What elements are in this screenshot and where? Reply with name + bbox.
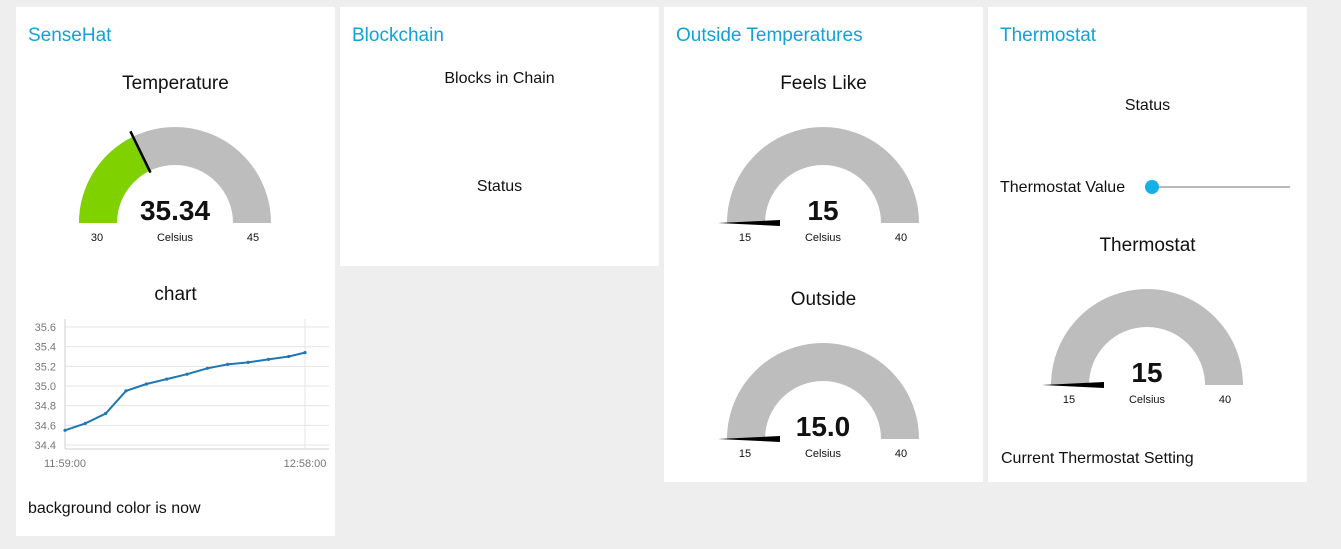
feels-like-gauge-value: 15 xyxy=(807,195,838,226)
chart-y-tick-label: 35.6 xyxy=(35,322,56,334)
sensehat-title: SenseHat xyxy=(28,25,112,46)
temperature-gauge-unit: Celsius xyxy=(157,232,194,244)
chart-x-tick-label: 11:59:00 xyxy=(44,458,86,470)
blocks-in-chain-label: Blocks in Chain xyxy=(444,70,555,87)
current-thermostat-setting-label: Current Thermostat Setting xyxy=(1001,450,1194,467)
blockchain-title: Blockchain xyxy=(352,25,444,46)
thermostat-slider-thumb[interactable] xyxy=(1145,180,1159,194)
chart-y-tick-label: 34.8 xyxy=(35,401,56,413)
chart-title: chart xyxy=(154,284,197,305)
chart-data-point xyxy=(144,382,148,386)
feels-like-gauge-min: 15 xyxy=(739,232,751,244)
background-color-text: background color is now xyxy=(28,500,201,517)
chart-data-point xyxy=(287,354,291,359)
outside-temperatures-card: Outside Temperatures Feels Like 15 Celsi… xyxy=(664,7,983,482)
thermostat-gauge-value: 15 xyxy=(1131,357,1162,388)
outside-gauge: 15.0 Celsius 15 40 xyxy=(718,343,919,460)
outside-temperatures-title: Outside Temperatures xyxy=(676,25,863,46)
chart-data-point xyxy=(124,389,128,393)
outside-gauge-max: 40 xyxy=(895,448,907,460)
temperature-gauge-min: 30 xyxy=(91,232,103,244)
outside-gauge-title: Outside xyxy=(790,289,857,310)
outside-gauge-value: 15.0 xyxy=(796,411,851,442)
thermostat-card: Thermostat Status Thermostat Value Therm… xyxy=(988,7,1307,482)
chart-y-tick-label: 35.0 xyxy=(35,381,56,393)
outside-gauge-min: 15 xyxy=(739,448,751,460)
chart-data-point xyxy=(205,366,209,370)
thermostat-slider-track[interactable] xyxy=(1152,186,1290,188)
chart-y-tick-label: 34.6 xyxy=(35,420,56,432)
temperature-gauge-value: 35.34 xyxy=(140,195,210,226)
chart-data-point xyxy=(246,360,250,364)
blockchain-status-label: Status xyxy=(476,178,523,195)
temperature-line-chart: 34.4 34.6 34.8 35.0 35.2 35.4 35.6 11:59:00 12:5… xyxy=(35,319,329,470)
thermostat-gauge-unit: Celsius xyxy=(1129,394,1166,406)
chart-data-point xyxy=(165,377,169,381)
chart-data-point xyxy=(185,372,189,376)
feels-like-gauge-unit: Celsius xyxy=(805,232,842,244)
feels-like-gauge-title: Feels Like xyxy=(780,73,867,94)
thermostat-gauge-title: Thermostat xyxy=(1099,235,1196,256)
thermostat-gauge-max: 40 xyxy=(1219,394,1231,406)
temperature-gauge-max: 45 xyxy=(247,232,259,244)
chart-y-tick-label: 35.4 xyxy=(35,342,56,354)
feels-like-gauge-max: 40 xyxy=(895,232,907,244)
chart-data-point xyxy=(303,351,307,355)
chart-data-point xyxy=(104,411,108,416)
feels-like-gauge: 15 Celsius 15 40 xyxy=(718,127,919,244)
chart-data-point xyxy=(266,357,270,361)
chart-data-point xyxy=(63,428,67,432)
thermostat-status-label: Status xyxy=(1124,97,1171,114)
thermostat-value-label: Thermostat Value xyxy=(1000,179,1126,196)
temperature-gauge: 35.34 Celsius 30 45 xyxy=(79,127,271,244)
thermostat-gauge-min: 15 xyxy=(1063,394,1075,406)
sensehat-card: SenseHat Temperature 35.34 Celsius 30 45… xyxy=(16,7,335,536)
thermostat-title: Thermostat xyxy=(1000,25,1097,46)
outside-gauge-unit: Celsius xyxy=(805,448,842,460)
chart-data-point xyxy=(226,362,230,366)
chart-series-line xyxy=(64,351,306,432)
temperature-gauge-title: Temperature xyxy=(122,73,229,94)
thermostat-gauge: 15 Celsius 15 40 xyxy=(1042,289,1243,406)
chart-x-tick-label: 12:58:00 xyxy=(284,458,327,470)
chart-data-point xyxy=(83,421,87,425)
chart-y-tick-label: 35.2 xyxy=(35,361,56,373)
blockchain-card: Blockchain Blocks in Chain Status xyxy=(340,7,659,266)
chart-y-tick-label: 34.4 xyxy=(35,440,56,452)
